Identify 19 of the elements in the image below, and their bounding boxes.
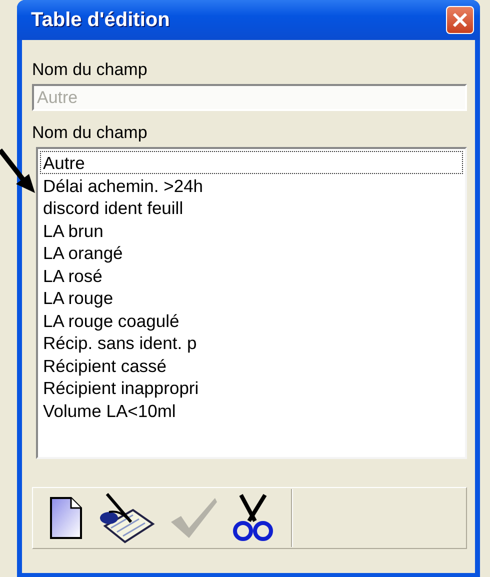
list-item[interactable]: Récip. sans ident. p bbox=[40, 331, 463, 354]
field-label: Nom du champ bbox=[32, 60, 148, 80]
list-box[interactable]: Autre Délai achemin. >24h discord ident feuill LA brun LA orangé LA rosé LA rouge LA rouge coagulé Récip. sans ident. p Récipient cassé Récipient inappropri Volume LA<10ml bbox=[36, 147, 467, 459]
close-button[interactable] bbox=[446, 6, 474, 34]
list-item[interactable]: LA brun bbox=[40, 218, 463, 241]
list-item[interactable]: LA rosé bbox=[40, 264, 463, 286]
list-item[interactable]: Volume LA<10ml bbox=[40, 398, 463, 421]
close-icon bbox=[451, 11, 469, 29]
list-item[interactable]: discord ident feuill bbox=[40, 196, 463, 218]
pointer-arrow bbox=[0, 148, 36, 194]
window-title: Table d'édition bbox=[31, 8, 170, 32]
list-item[interactable]: LA orangé bbox=[40, 241, 463, 264]
list-item[interactable]: LA rouge bbox=[40, 286, 463, 308]
list-item[interactable]: Autre bbox=[40, 151, 463, 174]
list-item[interactable]: LA rouge coagulé bbox=[40, 308, 463, 331]
list-item[interactable]: Récipient cassé bbox=[40, 354, 463, 376]
list-item[interactable]: Délai achemin. >24h bbox=[40, 174, 463, 196]
list-label: Nom du champ bbox=[32, 123, 148, 143]
list-item[interactable]: Récipient inappropri bbox=[40, 376, 463, 398]
